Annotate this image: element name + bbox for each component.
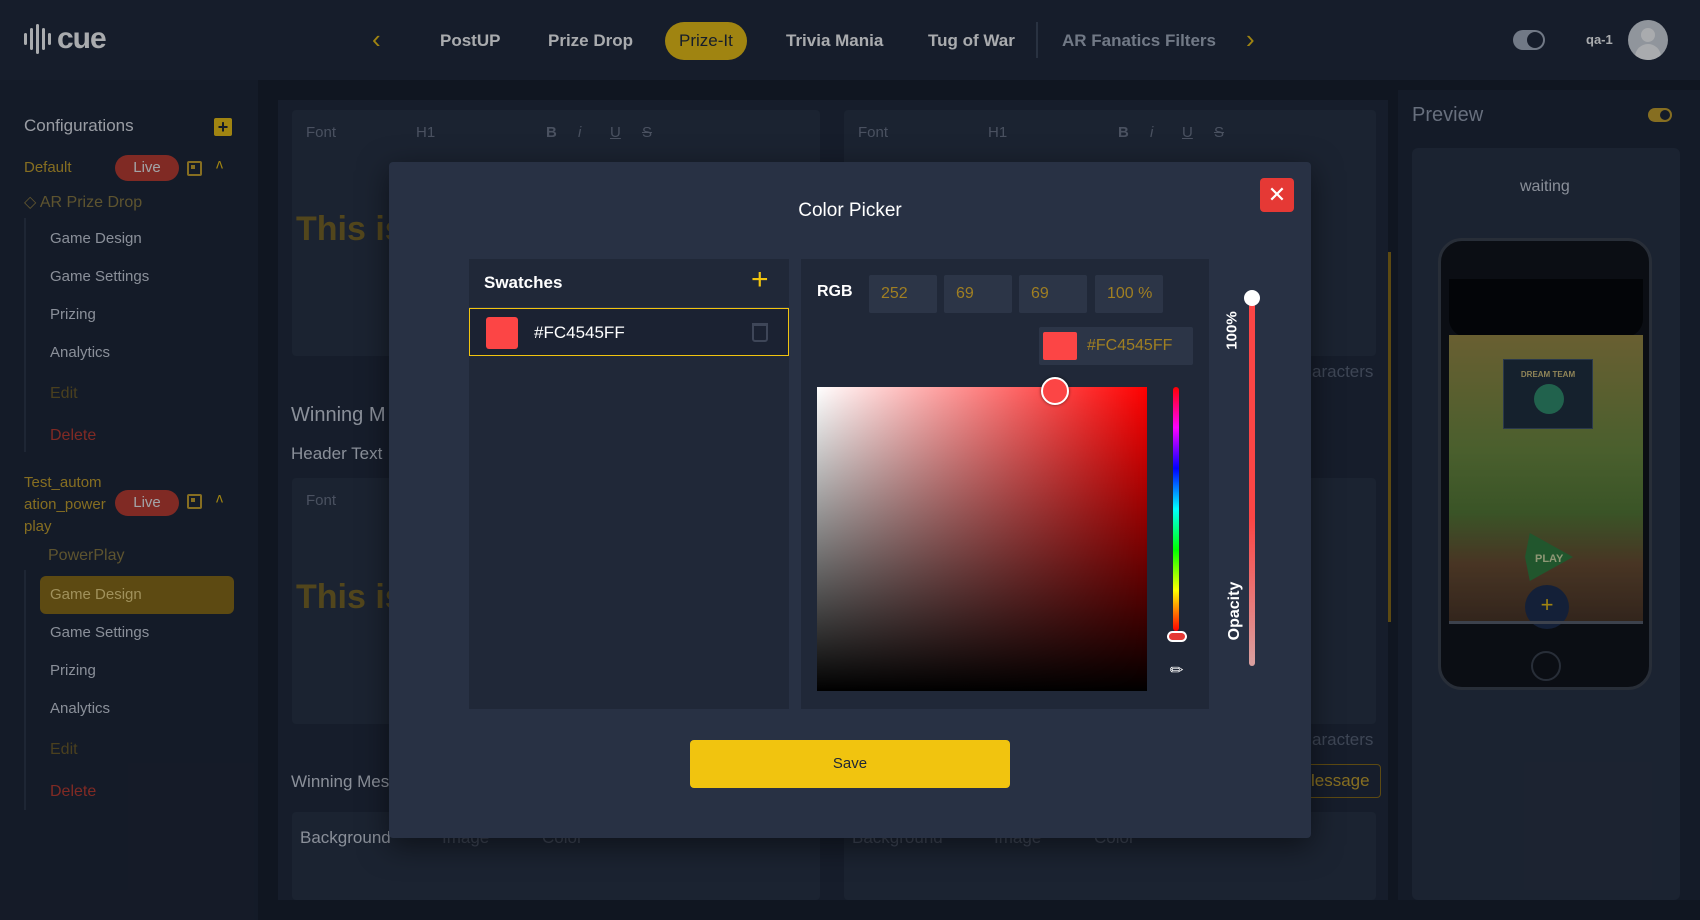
hex-input[interactable]: #FC4545FF — [1039, 327, 1193, 365]
color-picker-modal: Color Picker ✕ Swatches + #FC4545FF RGB … — [389, 162, 1311, 838]
opacity-handle[interactable] — [1244, 290, 1260, 306]
hex-color-chip — [1043, 332, 1077, 360]
close-icon: ✕ — [1267, 182, 1287, 207]
swatch-item[interactable]: #FC4545FF — [469, 308, 789, 356]
hex-value: #FC4545FF — [1087, 337, 1173, 354]
rgb-panel: RGB 252 69 69 100 % #FC4545FF ✎ — [801, 259, 1209, 709]
trash-icon[interactable] — [752, 323, 768, 342]
saturation-value-area[interactable] — [817, 387, 1147, 691]
swatch-color-chip — [486, 317, 518, 349]
opacity-value: 100% — [1223, 311, 1241, 350]
red-input[interactable]: 252 — [869, 275, 937, 313]
close-button[interactable]: ✕ — [1260, 178, 1294, 212]
blue-input[interactable]: 69 — [1019, 275, 1087, 313]
swatch-hex: #FC4545FF — [534, 323, 625, 342]
eyedropper-icon[interactable]: ✎ — [1165, 655, 1190, 682]
alpha-input[interactable]: 100 % — [1095, 275, 1163, 313]
opacity-label: Opacity — [1226, 581, 1243, 641]
modal-title: Color Picker — [798, 200, 902, 221]
color-mode-label[interactable]: RGB — [817, 283, 853, 301]
save-button[interactable]: Save — [690, 740, 1010, 788]
swatches-panel: Swatches + #FC4545FF — [469, 259, 789, 709]
swatches-title: Swatches — [484, 273, 563, 292]
opacity-slider[interactable] — [1249, 298, 1255, 666]
saturation-handle[interactable] — [1041, 377, 1069, 405]
add-swatch-icon[interactable]: + — [751, 265, 769, 295]
green-input[interactable]: 69 — [944, 275, 1012, 313]
hue-handle[interactable] — [1167, 631, 1187, 642]
hue-slider[interactable] — [1173, 387, 1179, 631]
